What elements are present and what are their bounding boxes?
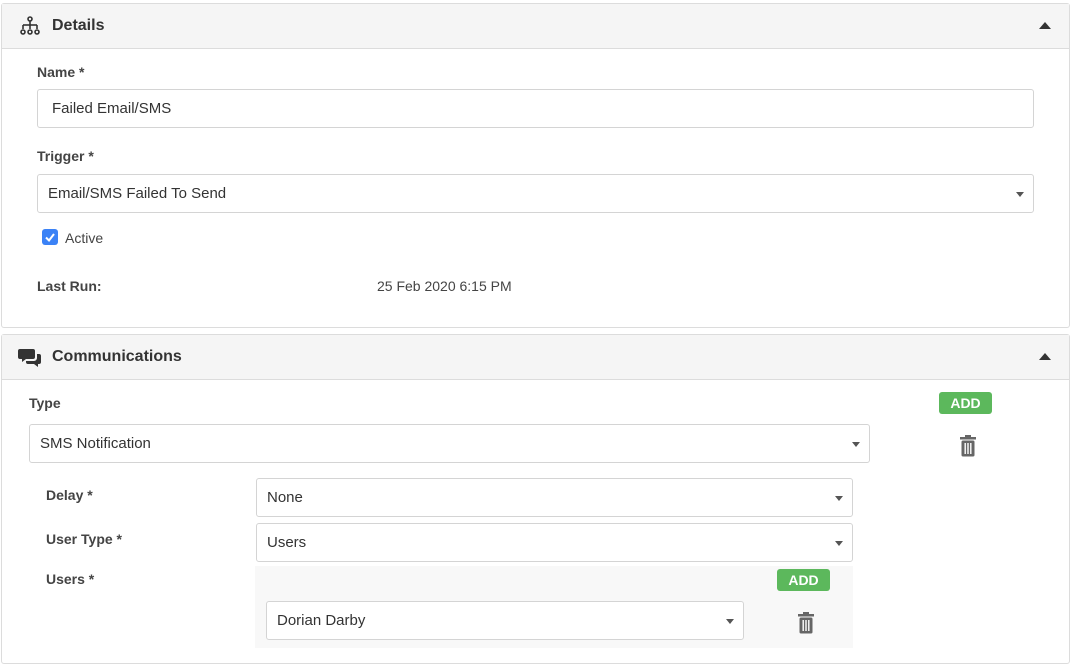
name-input[interactable]: Failed Email/SMS	[37, 89, 1034, 128]
delay-label: Delay *	[46, 487, 93, 503]
add-user-button[interactable]: ADD	[777, 569, 830, 591]
delay-select[interactable]: None	[256, 478, 853, 517]
collapse-up-icon[interactable]	[1039, 353, 1051, 360]
details-header[interactable]: Details	[2, 4, 1069, 49]
collapse-up-icon[interactable]	[1039, 22, 1051, 29]
details-panel: Details	[1, 3, 1070, 328]
add-communication-button[interactable]: ADD	[939, 392, 992, 414]
type-label: Type	[29, 395, 61, 411]
last-run-label: Last Run:	[37, 278, 102, 294]
communications-title: Communications	[52, 348, 182, 365]
communications-header[interactable]: Communications	[2, 335, 1069, 380]
caret-down-icon	[852, 442, 860, 447]
caret-down-icon	[1016, 192, 1024, 197]
trash-icon[interactable]	[797, 612, 815, 634]
details-title: Details	[52, 17, 105, 34]
caret-down-icon	[726, 619, 734, 624]
comments-icon	[18, 349, 41, 367]
user-type-label: User Type *	[46, 531, 122, 547]
last-run-value: 25 Feb 2020 6:15 PM	[377, 278, 512, 294]
trash-icon[interactable]	[959, 435, 977, 457]
name-label: Name *	[37, 64, 85, 80]
active-checkbox[interactable]	[42, 229, 58, 245]
user-select[interactable]: Dorian Darby	[266, 601, 744, 640]
user-select-value: Dorian Darby	[277, 612, 366, 629]
user-type-select[interactable]: Users	[256, 523, 853, 562]
type-select-value: SMS Notification	[40, 435, 151, 452]
name-input-value: Failed Email/SMS	[52, 100, 172, 117]
user-type-select-value: Users	[267, 534, 307, 551]
sitemap-icon	[20, 16, 40, 35]
users-label: Users *	[46, 571, 95, 587]
trigger-select-value: Email/SMS Failed To Send	[48, 185, 227, 202]
active-label: Active	[65, 230, 104, 246]
type-select[interactable]: SMS Notification	[29, 424, 870, 463]
trigger-select[interactable]: Email/SMS Failed To Send	[37, 174, 1034, 213]
caret-down-icon	[835, 541, 843, 546]
caret-down-icon	[835, 496, 843, 501]
delay-select-value: None	[267, 489, 303, 506]
checkmark-icon	[45, 233, 55, 243]
trigger-label: Trigger *	[37, 148, 94, 164]
